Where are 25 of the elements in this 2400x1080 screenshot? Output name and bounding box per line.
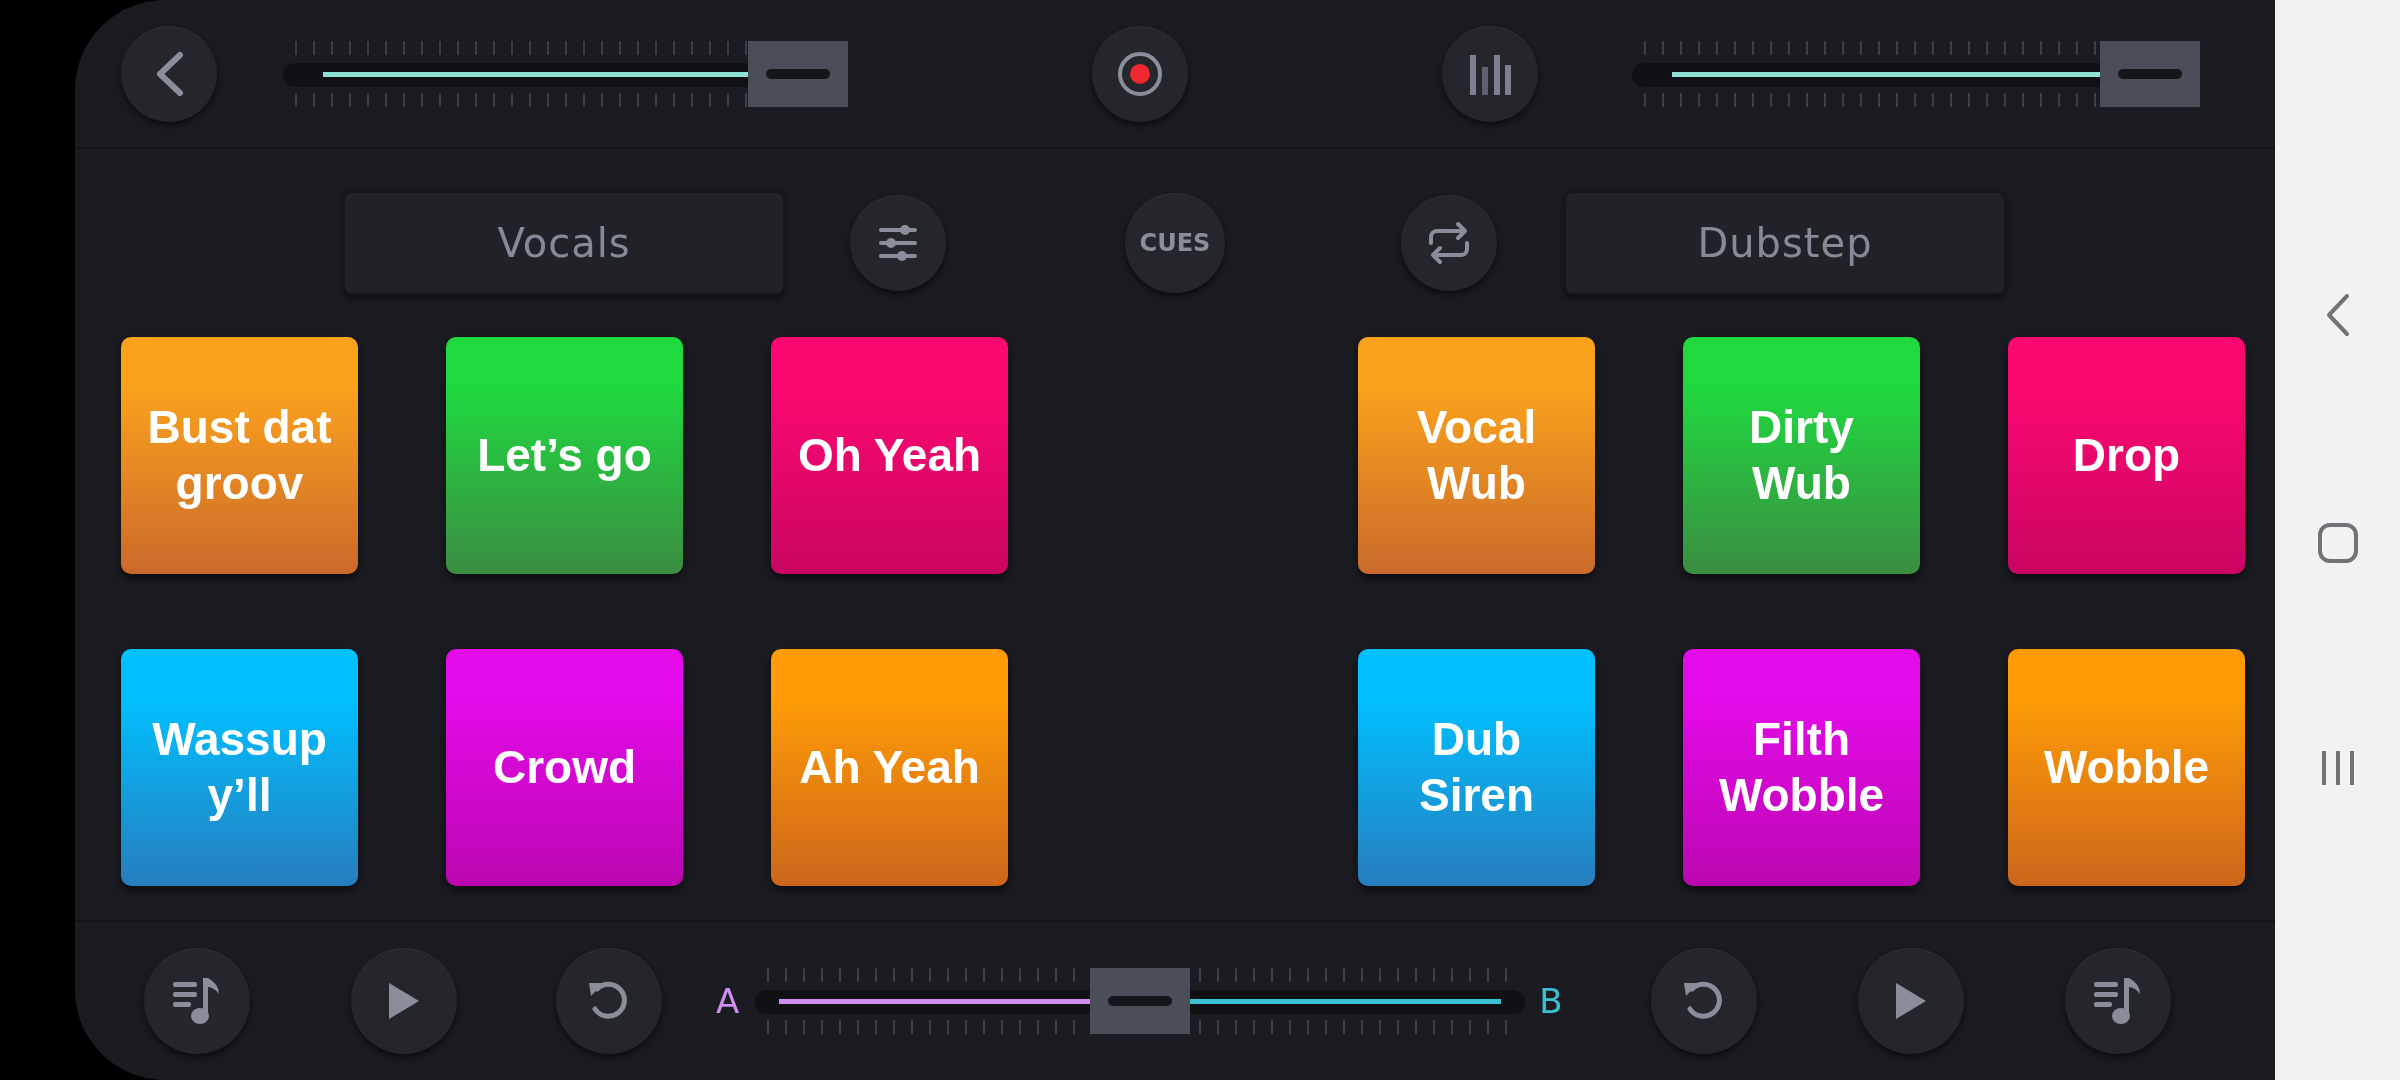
sample-pad[interactable]: Oh Yeah (771, 337, 1008, 574)
play-icon (1893, 981, 1928, 1021)
sample-pad[interactable]: Bust dat groov (121, 337, 358, 574)
category-selector[interactable]: Vocals (343, 191, 785, 295)
record-icon (1117, 50, 1163, 97)
sample-pad[interactable]: Filth Wobble (1683, 649, 1920, 886)
sliders-icon (878, 224, 918, 262)
sample-pad[interactable]: Wassup y’ll (121, 649, 358, 886)
back-icon (154, 50, 184, 97)
sample-pad[interactable]: Crowd (446, 649, 683, 886)
category-selector[interactable]: Dubstep (1564, 191, 2006, 295)
repeat-icon (1427, 221, 1471, 265)
cues-button[interactable]: CUES (1125, 193, 1225, 293)
sample-pad[interactable]: Let’s go (446, 337, 683, 574)
sample-pad[interactable]: Dub Siren (1358, 649, 1595, 886)
deck-b-label: B (1539, 981, 1563, 1021)
sample-pad[interactable]: Vocal Wub (1358, 337, 1595, 574)
sample-pad[interactable]: Dirty Wub (1683, 337, 1920, 574)
home-icon[interactable] (2316, 522, 2359, 564)
sample-pad[interactable]: Wobble (2008, 649, 2245, 886)
sample-pad[interactable]: Ah Yeah (771, 649, 1008, 886)
play-icon (387, 981, 421, 1021)
deck-a-label: A (716, 981, 740, 1021)
back-icon[interactable] (2324, 292, 2351, 337)
sample-pad[interactable]: Drop (2008, 337, 2245, 574)
